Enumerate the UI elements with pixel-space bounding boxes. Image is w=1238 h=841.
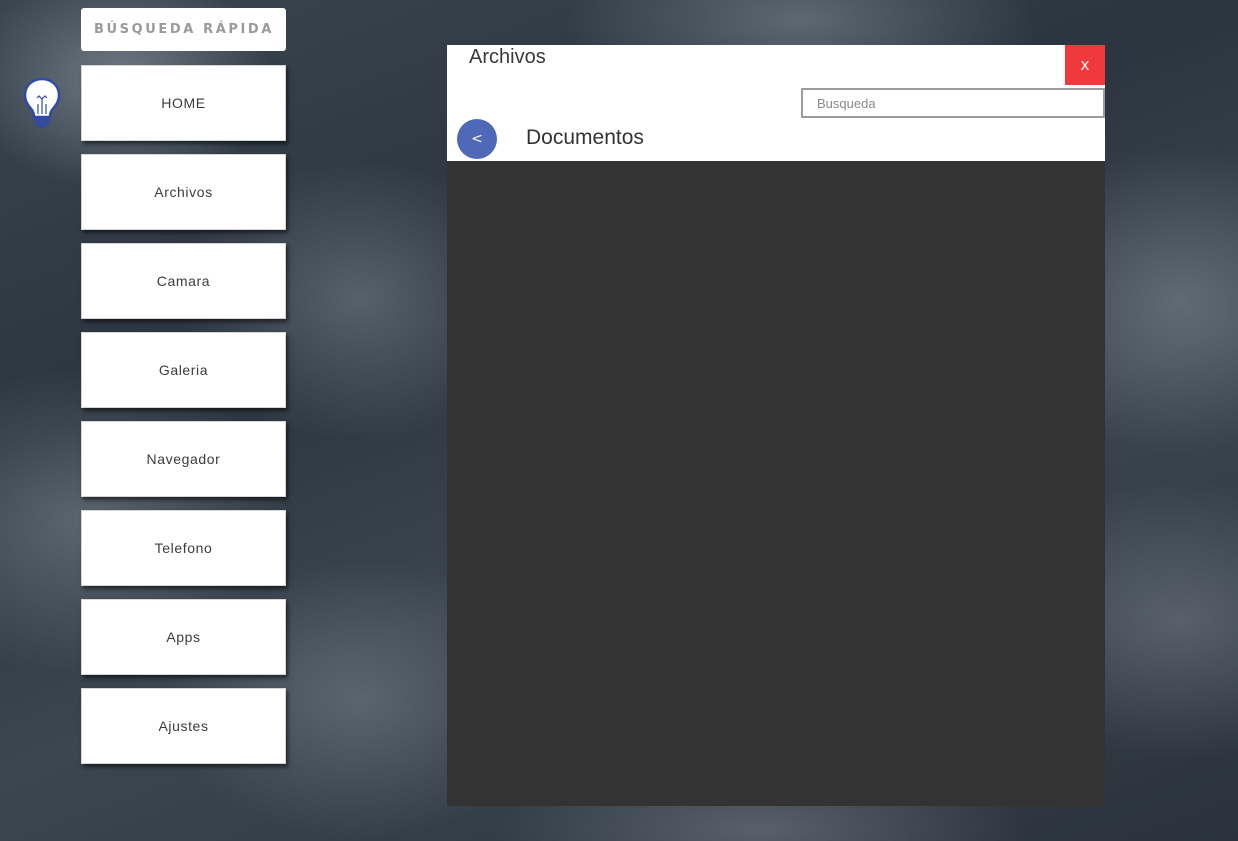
menu-item-ajustes[interactable]: Ajustes	[81, 688, 286, 764]
close-button[interactable]: x	[1065, 45, 1105, 85]
sidebar-menu: HOME Archivos Camara Galeria Navegador T…	[81, 65, 286, 777]
window-header: Archivos x < Documentos	[447, 45, 1105, 161]
window-title: Archivos	[469, 46, 546, 68]
menu-item-navegador[interactable]: Navegador	[81, 421, 286, 497]
lightbulb-icon[interactable]	[22, 76, 62, 130]
quick-search-button[interactable]: BÚSQUEDA RÁPIDA	[81, 8, 286, 51]
file-list-area	[447, 161, 1105, 806]
menu-item-home[interactable]: HOME	[81, 65, 286, 141]
files-window: Archivos x < Documentos	[447, 45, 1105, 806]
menu-item-camara[interactable]: Camara	[81, 243, 286, 319]
menu-item-apps[interactable]: Apps	[81, 599, 286, 675]
search-input[interactable]	[801, 88, 1105, 118]
menu-item-archivos[interactable]: Archivos	[81, 154, 286, 230]
folder-title: Documentos	[526, 126, 644, 149]
menu-item-galeria[interactable]: Galeria	[81, 332, 286, 408]
menu-item-telefono[interactable]: Telefono	[81, 510, 286, 586]
back-button[interactable]: <	[457, 119, 497, 159]
